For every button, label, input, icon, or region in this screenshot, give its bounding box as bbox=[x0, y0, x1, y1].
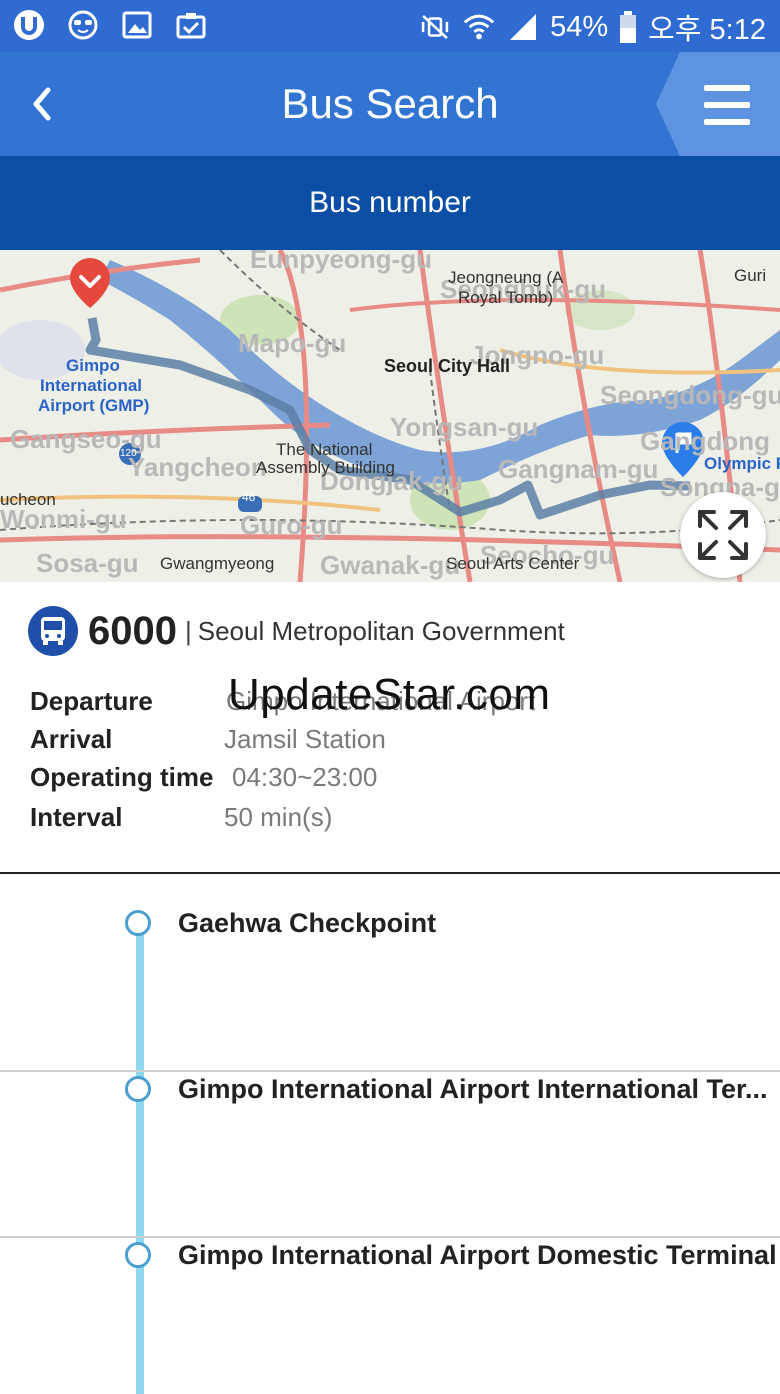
interval-value: 50 min(s) bbox=[224, 802, 333, 832]
map-label-gwanak: Gwanak-gu bbox=[320, 550, 461, 580]
separator: | bbox=[184, 615, 192, 646]
expand-icon bbox=[698, 510, 748, 560]
map-label-city-hall: Seoul City Hall bbox=[384, 356, 511, 376]
search-type-tab[interactable]: Bus number bbox=[0, 156, 780, 250]
stop-name: Gaehwa Checkpoint bbox=[178, 908, 437, 938]
interval-row: Interval 50 min(s) bbox=[30, 802, 332, 833]
map-label-national: The National bbox=[276, 440, 373, 459]
stop-item[interactable]: Gaehwa Checkpoint bbox=[0, 874, 780, 1070]
map-label-gwangmyeong: Gwangmyeong bbox=[160, 554, 275, 573]
map-label-mapo: Mapo-gu bbox=[238, 328, 347, 358]
stop-dot-icon bbox=[125, 1076, 151, 1102]
stop-list[interactable]: Gaehwa Checkpoint Gimpo International Ai… bbox=[0, 874, 780, 1394]
bus-info-panel: 6000 | Seoul Metropolitan Government Dep… bbox=[0, 582, 780, 874]
clock: 오후 5:12 bbox=[648, 14, 766, 46]
operating-time-value: 04:30~23:00 bbox=[232, 762, 378, 792]
watermark: UpdateStar.com bbox=[228, 670, 551, 719]
image-icon bbox=[122, 11, 152, 39]
map-label-yongsan: Yongsan-gu bbox=[390, 412, 539, 442]
stop-item[interactable]: Gimpo International Airport Domestic Ter… bbox=[0, 1238, 780, 1386]
arrival-label: Arrival bbox=[30, 724, 113, 754]
map-label-route-46: 46 bbox=[242, 490, 256, 504]
battery-percent: 54% bbox=[550, 10, 609, 43]
battery-icon bbox=[620, 11, 637, 43]
stop-name: Gimpo International Airport Domestic Ter… bbox=[178, 1240, 777, 1270]
map-label-gangnam: Gangnam-gu bbox=[498, 454, 659, 484]
map-label-sosa: Sosa-gu bbox=[36, 548, 139, 578]
map-label-olympic: Olympic Pa bbox=[704, 454, 780, 473]
menu-button[interactable] bbox=[656, 52, 780, 156]
map-label-seongdong: Seongdong-gu bbox=[600, 380, 780, 410]
status-bar: 54% 오후 5:12 bbox=[0, 0, 780, 52]
map-label-guri: Guri bbox=[734, 266, 767, 285]
bus-agency: Seoul Metropolitan Government bbox=[197, 615, 565, 646]
app-u-icon bbox=[14, 10, 44, 40]
map-label-eunpyeong: Eunpyeong-gu bbox=[250, 250, 432, 274]
map-label-royal-tomb: Royal Tomb) bbox=[458, 288, 554, 307]
expand-map-button[interactable] bbox=[680, 492, 766, 578]
wifi-icon bbox=[463, 14, 495, 40]
vibrate-mute-icon bbox=[421, 15, 449, 39]
bus-header: 6000 | Seoul Metropolitan Government bbox=[28, 606, 565, 656]
map-label-yangcheon: Yangcheon bbox=[128, 452, 267, 482]
app-bar: Bus Search bbox=[0, 52, 780, 156]
interval-label: Interval bbox=[30, 802, 123, 832]
map-label-gimpo: Gimpo bbox=[66, 356, 120, 375]
operating-time-row: Operating time 04:30~23:00 bbox=[30, 762, 377, 793]
arrival-value: Jamsil Station bbox=[224, 724, 386, 754]
departure-row: Departure Gimpo International Airport bbox=[30, 686, 535, 717]
map-label-airport-gmp: Airport (GMP) bbox=[38, 396, 150, 415]
tab-bus-number[interactable]: Bus number bbox=[0, 156, 780, 250]
map-label-international: International bbox=[40, 376, 143, 395]
route-map[interactable]: Eunpyeong-gu Seongbuk-gu Mapo-gu Jongno-… bbox=[0, 250, 780, 582]
stop-name: Gimpo International Airport Internationa… bbox=[178, 1074, 768, 1104]
stop-dot-icon bbox=[125, 1242, 151, 1268]
bus-number: 6000 bbox=[88, 608, 177, 653]
map-label-guro: Guro-gu bbox=[240, 510, 343, 540]
stop-dot-icon bbox=[125, 910, 151, 936]
map-label-route-120: 120 bbox=[120, 448, 137, 459]
bus-icon bbox=[28, 606, 78, 656]
face-glasses-icon bbox=[68, 10, 98, 40]
clipboard-check-icon bbox=[176, 13, 206, 39]
map-label-jeongneung: Jeongneung (A bbox=[448, 268, 564, 287]
departure-label: Departure bbox=[30, 686, 153, 716]
map-label-gangseo: Gangseo-gu bbox=[10, 424, 162, 454]
operating-time-label: Operating time bbox=[30, 762, 214, 792]
stop-item[interactable]: Gimpo International Airport Internationa… bbox=[0, 1072, 780, 1236]
map-label-arts-center: Seoul Arts Center bbox=[446, 554, 580, 573]
map-label-bucheon: ucheon bbox=[0, 490, 56, 509]
signal-icon bbox=[510, 14, 537, 40]
map-label-gangdong: Gangdong bbox=[640, 426, 770, 456]
map-label-assembly: Assembly Building bbox=[256, 458, 395, 477]
arrival-row: Arrival Jamsil Station bbox=[30, 724, 386, 755]
